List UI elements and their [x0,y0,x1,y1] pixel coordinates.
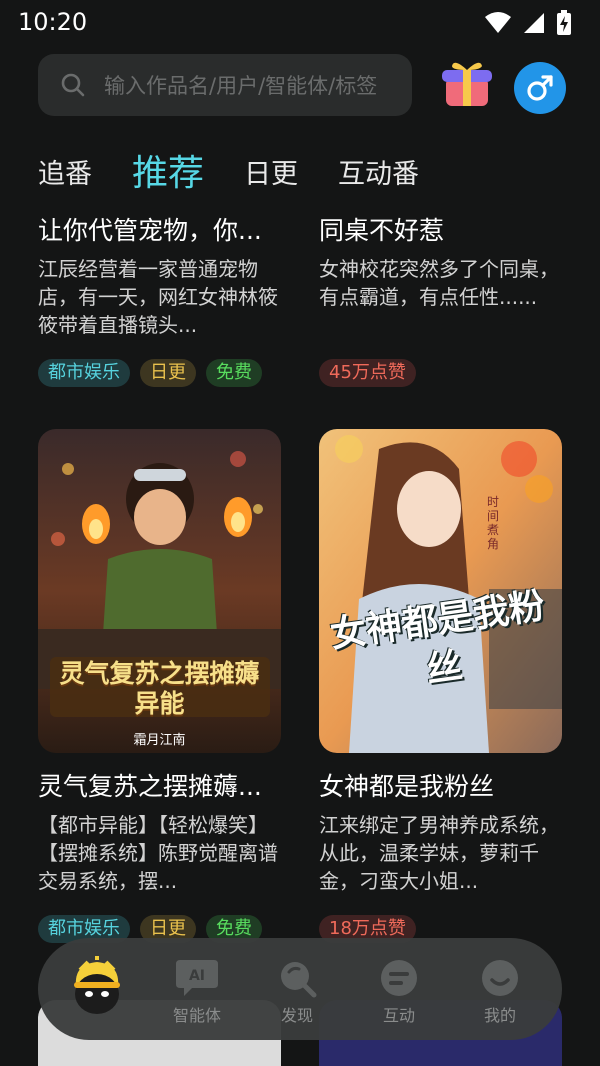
mascot-icon [74,956,120,1014]
card-description: 【都市异能】【轻松爆笑】【摆摊系统】陈野觉醒离谱交易系统，摆... [38,813,278,893]
nav-ai[interactable]: AI 智能体 [162,958,232,1026]
nav-interact[interactable]: 互动 [364,958,434,1026]
card-title: 女神都是我粉丝 [319,772,495,801]
card-description: 江来绑定了男神养成系统，从此，温柔学妹，萝莉千金，刁蛮大小姐... [319,813,559,893]
nav-label: 智能体 [172,1006,221,1025]
cover-image[interactable]: 时间煮角 女神都是我粉丝 [319,429,562,753]
genre-tag[interactable]: 都市娱乐 [38,359,130,387]
status-time: 10:20 [18,8,88,36]
nav-profile[interactable]: 我的 [465,958,535,1026]
cover-title-art: 灵气复苏之摆摊薅异能 [59,659,260,718]
profile-icon [482,960,518,996]
status-icons [484,10,572,36]
tag-row: 都市娱乐 日更 免费 [38,359,282,387]
signal-icon [524,13,544,33]
nav-label: 发现 [280,1006,313,1025]
tab-follow[interactable]: 追番 [38,161,92,200]
likes-tag: 45万点赞 [319,359,416,387]
cover-subtitle-art: 时间煮角 [487,495,500,551]
nav-discover[interactable]: 发现 [262,958,332,1026]
male-icon [527,75,553,101]
work-card[interactable]: 同桌不好惹 女神校花突然多了个同桌，有点霸道，有点任性...... 45万点赞 [319,215,563,387]
card-title: 灵气复苏之摆摊薅... [38,772,262,801]
bottom-navigation: AI 智能体 发现 互动 我的 [38,938,562,1040]
gift-icon[interactable] [440,58,494,112]
gender-toggle-button[interactable] [514,62,566,114]
cover-author: 霜月江南 [133,733,186,748]
search-input[interactable]: 输入作品名/用户/智能体/标签 [104,70,404,100]
cover-image[interactable]: 灵气复苏之摆摊薅异能 霜月江南 [38,429,281,753]
tag-row: 45万点赞 [319,359,563,387]
battery-icon [557,10,571,35]
svg-text:AI: AI [189,968,205,984]
ai-icon: AI [176,960,218,996]
card-title: 让你代管宠物，你... [38,216,262,245]
search-icon [61,73,85,97]
interact-icon [381,960,417,996]
work-card[interactable]: 灵气复苏之摆摊薅... 【都市异能】【轻松爆笑】【摆摊系统】陈野觉醒离谱交易系统… [38,771,282,943]
card-title: 同桌不好惹 [319,216,445,245]
discover-icon [281,962,317,998]
category-tabs: 追番 推荐 日更 互动番 [38,140,459,200]
update-tag[interactable]: 日更 [140,359,196,387]
status-bar: 10:20 [0,0,600,48]
work-card[interactable]: 女神都是我粉丝 江来绑定了男神养成系统，从此，温柔学妹，萝莉千金，刁蛮大小姐..… [319,771,563,943]
tab-daily[interactable]: 日更 [244,161,298,200]
free-tag[interactable]: 免费 [206,359,262,387]
nav-label: 互动 [382,1006,415,1025]
search-box[interactable]: 输入作品名/用户/智能体/标签 [38,54,412,116]
wifi-icon [485,12,511,33]
work-card[interactable]: 让你代管宠物，你... 江辰经营着一家普通宠物店，有一天，网红女神林筱筱带着直播… [38,215,282,387]
nav-home[interactable] [62,956,132,1018]
card-description: 江辰经营着一家普通宠物店，有一天，网红女神林筱筱带着直播镜头... [38,257,278,337]
tab-interactive[interactable]: 互动番 [338,161,419,200]
card-description: 女神校花突然多了个同桌，有点霸道，有点任性...... [319,257,559,309]
nav-label: 我的 [483,1006,516,1025]
tab-recommend[interactable]: 推荐 [132,156,204,200]
